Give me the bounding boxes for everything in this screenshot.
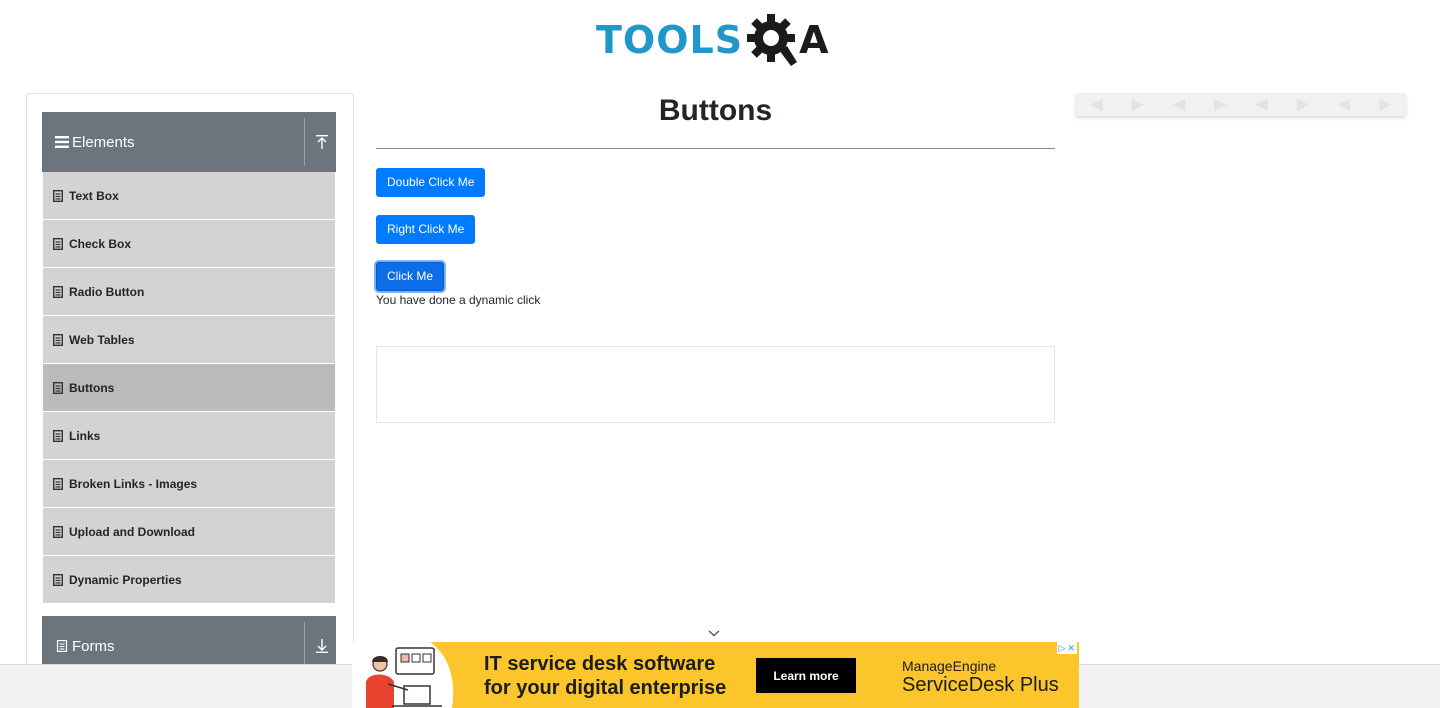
- sidebar-item-label: Links: [69, 428, 101, 443]
- bars-icon: [55, 136, 69, 148]
- divider: [304, 118, 305, 166]
- ad-brand-bottom: ServiceDesk Plus: [902, 674, 1059, 696]
- logo-suffix: A: [799, 18, 829, 62]
- dynamic-click-message: You have done a dynamic click: [376, 293, 541, 307]
- sidebar-item-label: Radio Button: [69, 284, 145, 299]
- sidebar-item-links[interactable]: Links: [43, 412, 335, 460]
- group-title-elements: Elements: [72, 133, 135, 151]
- triangle-right-icon: ▶: [1214, 95, 1227, 113]
- sidebar-item-radio-button[interactable]: Radio Button: [43, 268, 335, 316]
- group-header-elements[interactable]: Elements: [42, 112, 336, 172]
- list-icon: [53, 285, 63, 298]
- sidebar-item-label: Dynamic Properties: [69, 572, 182, 587]
- page-title: Buttons: [658, 94, 773, 127]
- sidebar-item-upload-download[interactable]: Upload and Download: [43, 508, 335, 556]
- ad-headline: IT service desk software for your digita…: [484, 652, 726, 700]
- sidebar-item-label: Check Box: [69, 236, 132, 251]
- list-icon: [53, 333, 63, 346]
- logo-text: TOOLS: [596, 18, 744, 62]
- ad-headline-line1: IT service desk software: [484, 653, 716, 675]
- sidebar-item-check-box[interactable]: Check Box: [43, 220, 335, 268]
- arrow-down-icon[interactable]: [315, 638, 329, 654]
- sidebar-item-label: Text Box: [69, 188, 119, 203]
- sidebar-item-buttons[interactable]: Buttons: [43, 364, 335, 412]
- triangle-right-icon: ▶: [1131, 95, 1145, 113]
- click-me-button[interactable]: Click Me: [376, 262, 445, 291]
- sidebar-item-label: Broken Links - Images: [69, 476, 198, 491]
- list-icon: [53, 573, 63, 586]
- document-icon: [56, 640, 68, 652]
- ad-headline-line2: for your digital enterprise: [484, 677, 727, 699]
- chevron-down-icon[interactable]: [707, 628, 721, 638]
- close-icon[interactable]: ✕: [1067, 642, 1075, 654]
- title-divider: [376, 148, 1055, 149]
- list-icon: [53, 429, 63, 442]
- adchoices-icon[interactable]: ▷: [1059, 642, 1066, 654]
- sidebar-item-label: Web Tables: [69, 332, 135, 347]
- triangle-right-icon: ▶: [1379, 95, 1392, 113]
- triangle-left-icon: ◀: [1255, 95, 1268, 113]
- right-click-button[interactable]: Right Click Me: [376, 215, 476, 244]
- sidebar-item-text-box[interactable]: Text Box: [43, 172, 335, 220]
- ad-banner[interactable]: IT service desk software for your digita…: [352, 642, 1079, 708]
- list-icon: [53, 477, 63, 490]
- ad-placeholder: [376, 346, 1055, 423]
- triangle-left-icon: ◀: [1172, 95, 1186, 113]
- page-root: TOOLS A Elements Text Box Check Box Radi…: [0, 0, 1440, 708]
- person-at-computer-illustration: [352, 642, 454, 708]
- sidebar-item-label: Buttons: [69, 380, 115, 395]
- list-icon: [53, 237, 63, 250]
- sidebar-item-broken-links[interactable]: Broken Links - Images: [43, 460, 335, 508]
- sidebar-item-web-tables[interactable]: Web Tables: [43, 316, 335, 364]
- gear-q-icon: [747, 14, 798, 66]
- list-icon: [53, 525, 63, 538]
- divider: [304, 622, 305, 670]
- arrow-up-icon[interactable]: [315, 134, 329, 150]
- adchoices-badge[interactable]: ▷ ✕: [1056, 642, 1077, 654]
- double-click-button[interactable]: Double Click Me: [376, 168, 486, 197]
- right-ad-strip[interactable]: ◀ ▶ ◀ ▶ ◀ ▶ ◀ ▶: [1076, 93, 1406, 116]
- group-title-forms: Forms: [72, 637, 115, 655]
- toolsqa-logo[interactable]: TOOLS A: [596, 12, 829, 68]
- learn-more-button[interactable]: Learn more: [756, 658, 856, 693]
- triangle-left-icon: ◀: [1337, 95, 1351, 113]
- ad-brand-top: ManageEngine: [902, 658, 997, 674]
- list-icon: [53, 189, 63, 202]
- sidebar-item-dynamic-properties[interactable]: Dynamic Properties: [43, 556, 335, 604]
- list-icon: [53, 381, 63, 394]
- triangle-left-icon: ◀: [1090, 95, 1103, 113]
- left-panel: Elements Text Box Check Box Radio Button: [26, 93, 354, 708]
- menu-list: Text Box Check Box Radio Button Web Tabl…: [43, 172, 335, 604]
- triangle-right-icon: ▶: [1296, 95, 1310, 113]
- sidebar-item-label: Upload and Download: [69, 524, 195, 539]
